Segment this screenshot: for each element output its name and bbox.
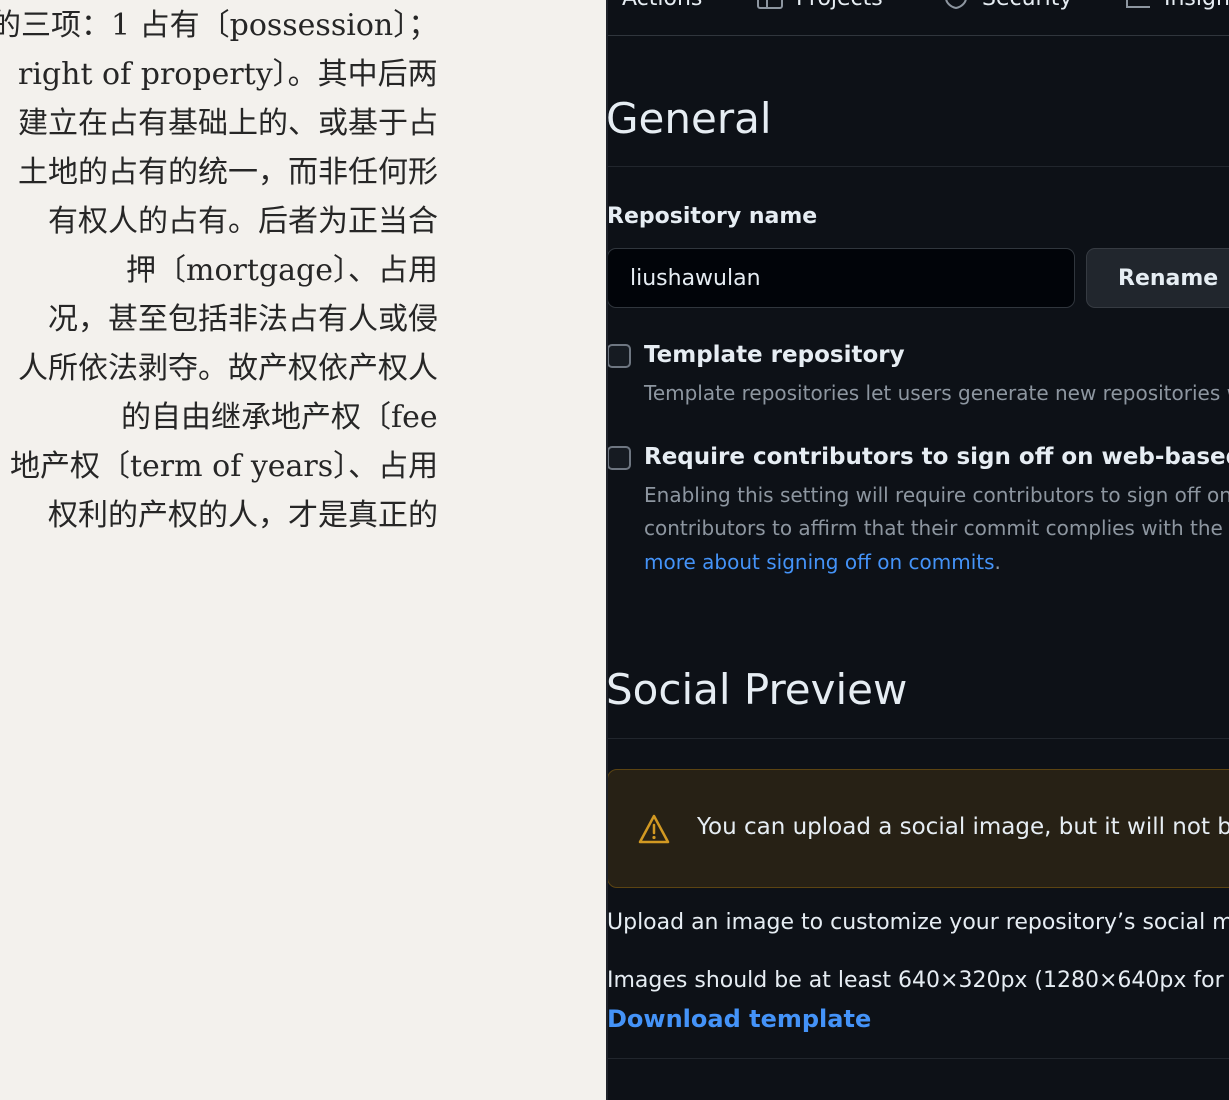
warning-text: You can upload a social image, but it wi… (697, 814, 1229, 840)
graph-icon (1126, 0, 1150, 8)
tab-projects-label: Projects (796, 0, 883, 11)
general-heading: General (608, 94, 772, 143)
reader-line: 的自由继承地产权〔fee (121, 400, 438, 435)
upload-instructions: Upload an image to customize your reposi… (608, 910, 1229, 935)
template-repo-title: Template repository (644, 342, 905, 368)
reader-line: 人所依法剥夺。故产权依产权人 (18, 351, 438, 386)
signoff-title: Require contributors to sign off on web-… (644, 444, 1229, 470)
tab-actions-label: Actions (622, 0, 702, 11)
reader-line: 土地的占有的统一，而非任何形 (18, 155, 438, 190)
tab-insights-label: Insights (1164, 0, 1229, 11)
rename-button[interactable]: Rename (1086, 248, 1229, 308)
alert-icon (638, 814, 670, 844)
tab-security[interactable]: Security (942, 0, 1072, 11)
signoff-desc-line2: contributors to affirm that their commit… (644, 516, 1229, 540)
warning-flash: You can upload a social image, but it wi… (608, 769, 1229, 888)
table-icon (757, 0, 783, 9)
repo-name-label: Repository name (608, 204, 818, 229)
repo-settings-pane: Actions Projects Security Insights Gener… (608, 0, 1229, 1100)
signoff-learn-more-link[interactable]: more about signing off on commits (644, 550, 995, 574)
download-template-link[interactable]: Download template (608, 1005, 871, 1033)
reader-line: 押〔mortgage〕、占用 (126, 253, 438, 288)
reader-pane: 的三项：1 占有〔possession〕； right of property〕。… (0, 0, 606, 1100)
tab-insights[interactable]: Insights (1124, 0, 1229, 11)
reader-line: 建立在占有基础上的、或基于占 (18, 106, 438, 141)
signoff-desc-line1: Enabling this setting will require contr… (644, 483, 1229, 507)
social-preview-heading: Social Preview (608, 665, 908, 714)
tab-security-label: Security (982, 0, 1072, 11)
tab-actions[interactable]: Actions (622, 0, 702, 11)
general-divider (608, 166, 1229, 167)
reader-line: 有权人的占有。后者为正当合 (48, 204, 438, 239)
reader-line: 权利的产权的人，才是真正的 (48, 498, 438, 533)
shield-icon (945, 0, 967, 10)
bottom-divider (608, 1058, 1229, 1059)
signoff-desc-line3: more about signing off on commits. (644, 546, 1001, 579)
reader-line: 的三项：1 占有〔possession〕； (0, 8, 439, 43)
template-repo-desc: Template repositories let users generate… (644, 381, 1229, 405)
social-divider (608, 738, 1229, 739)
tab-projects[interactable]: Projects (756, 0, 883, 11)
reader-line: right of property〕。其中后两 (18, 57, 438, 92)
signoff-link-suffix: . (994, 550, 1001, 574)
reader-line: 况，甚至包括非法占有人或侵 (48, 302, 438, 337)
repo-nav-tabs: Actions Projects Security Insights (608, 0, 1229, 36)
signoff-checkbox[interactable] (608, 446, 631, 470)
repo-name-input[interactable] (608, 248, 1075, 308)
template-repo-checkbox[interactable] (608, 344, 631, 368)
reader-line: 地产权〔term of years〕、占用 (10, 449, 439, 484)
image-size-hint: Images should be at least 640×320px (128… (608, 968, 1229, 993)
